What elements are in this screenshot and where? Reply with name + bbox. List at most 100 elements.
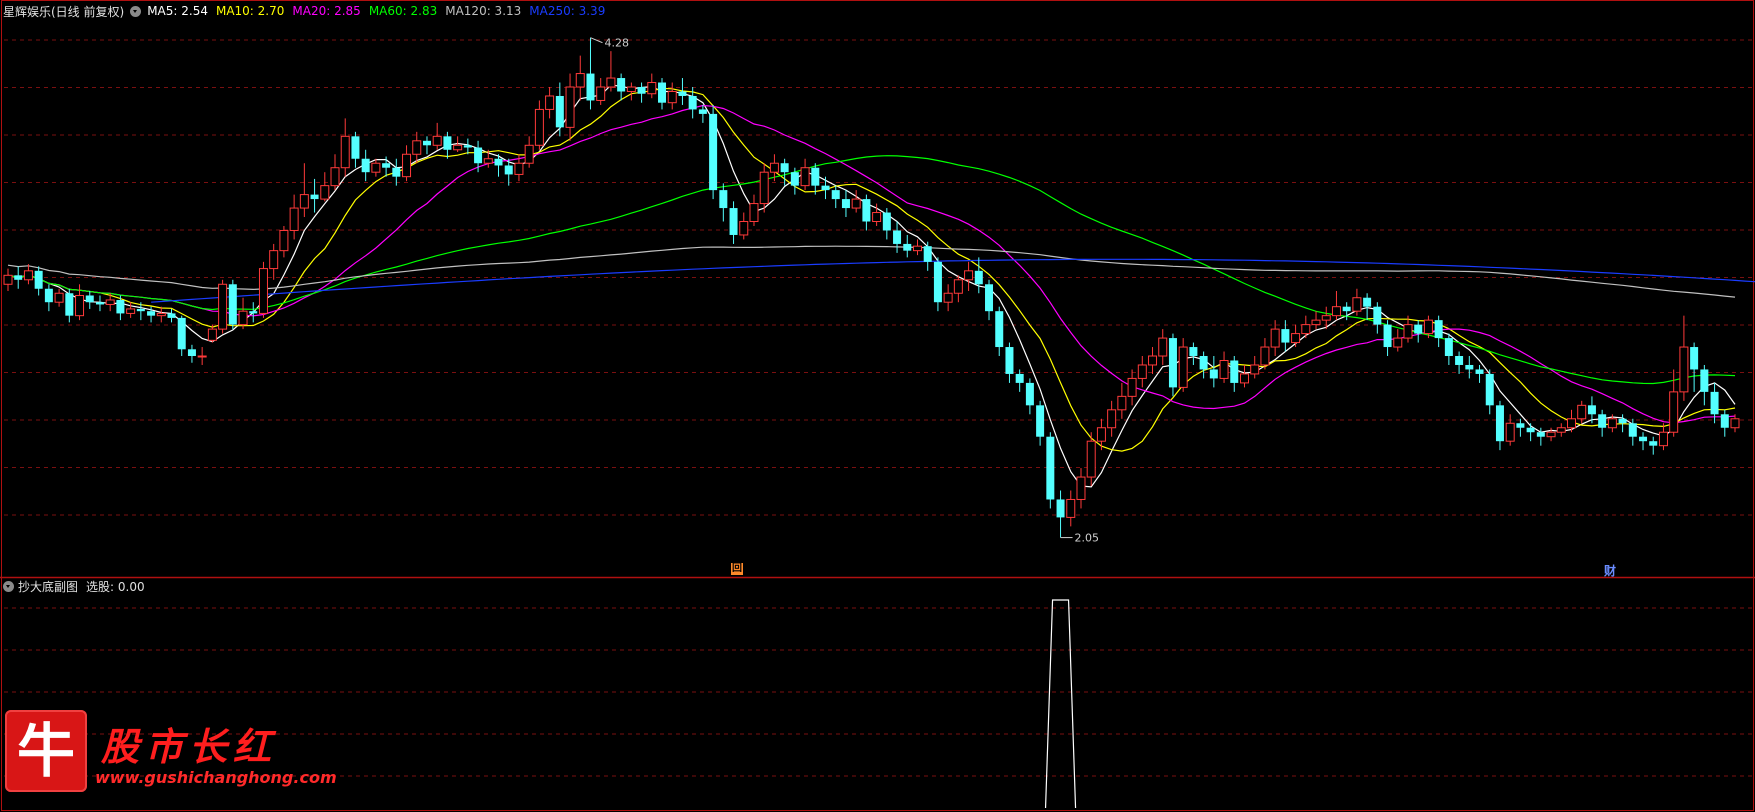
candle-down — [187, 349, 196, 357]
candle-up — [1250, 364, 1260, 375]
candle-down — [474, 147, 483, 164]
candle-down — [780, 163, 789, 173]
main-title[interactable]: 星辉娱乐(日线 前复权) — [3, 3, 124, 20]
candle-up — [371, 162, 381, 173]
candle-up — [769, 162, 779, 173]
candle-up — [1158, 337, 1168, 357]
legend-ma250: MA250: 3.39 — [529, 4, 606, 18]
candle-down — [1444, 338, 1453, 357]
high-pointer — [590, 37, 603, 44]
candle-up — [1219, 359, 1229, 379]
candle-up — [514, 162, 524, 175]
candle-down — [95, 302, 104, 305]
candle-down — [1598, 414, 1607, 428]
candle-up — [596, 86, 606, 101]
collapse-icon[interactable] — [3, 580, 14, 592]
candle-down — [228, 284, 237, 325]
candle-down — [1015, 373, 1024, 383]
candle-down — [1383, 324, 1392, 348]
candle-up — [1076, 476, 1086, 500]
candle-down — [790, 172, 799, 186]
candle-down — [933, 261, 942, 303]
candle-up — [75, 294, 85, 317]
candle-down — [729, 208, 738, 235]
candle-down — [1230, 360, 1239, 383]
candle-up — [667, 90, 677, 104]
candle-up — [330, 167, 340, 187]
candle-up — [1107, 409, 1117, 429]
candle-down — [504, 165, 513, 175]
candle-up — [1658, 431, 1668, 447]
sub-chart-title[interactable]: 抄大底副图 — [18, 578, 78, 595]
candle-down — [974, 270, 983, 285]
legend-ma20: MA20: 2.85 — [292, 4, 361, 18]
candle-down — [1465, 364, 1474, 370]
candle-up — [197, 355, 207, 358]
low-label: 2.05 — [1075, 532, 1100, 545]
candle-up — [483, 158, 493, 164]
candle-down — [44, 288, 53, 303]
candle-down — [555, 95, 564, 128]
candle-up — [800, 167, 810, 187]
candle-down — [1516, 423, 1525, 428]
chart-window: 4.28 2.05 星辉娱乐(日线 前复权) MA5: 2.54 MA10: 2.7… — [0, 0, 1755, 812]
candle-up — [23, 270, 33, 281]
candle-up — [943, 292, 953, 303]
legend-ma10: MA10: 2.70 — [215, 4, 285, 18]
candle-down — [903, 243, 912, 251]
candle-up — [1546, 431, 1556, 438]
candle-down — [1056, 499, 1065, 518]
candle-down — [1720, 414, 1729, 428]
candle-up — [238, 310, 248, 326]
brand-text: 股市长红 — [101, 724, 278, 769]
candle-down — [463, 145, 472, 148]
candle-up — [402, 153, 412, 178]
candle-down — [85, 295, 94, 303]
candle-down — [719, 190, 728, 209]
candle-up — [432, 135, 442, 146]
candle-down — [688, 95, 697, 110]
candle-up — [1331, 306, 1341, 317]
marker-cai[interactable]: 财 — [1604, 562, 1616, 579]
candle-up — [1178, 346, 1188, 388]
candle-up — [1311, 319, 1321, 326]
candle-down — [1189, 347, 1198, 357]
candle-down — [351, 136, 360, 159]
collapse-icon[interactable] — [130, 5, 142, 17]
candle-down — [1281, 329, 1290, 343]
candle-down — [1628, 423, 1637, 437]
candle-down — [1209, 369, 1218, 379]
candle-up — [269, 250, 279, 270]
candle-up — [3, 274, 13, 285]
marker-hui[interactable]: 回 — [731, 563, 743, 575]
candle-up — [872, 212, 882, 223]
indicator-value: 选股: 0.00 — [86, 579, 145, 594]
candle-down — [923, 246, 932, 262]
candle-down — [617, 78, 626, 92]
candle-down — [361, 158, 370, 173]
candle-up — [565, 86, 575, 128]
candle-down — [14, 275, 23, 280]
candle-up — [1260, 346, 1270, 366]
candle-up — [1352, 297, 1362, 312]
candle-up — [1607, 418, 1617, 429]
sub-chart-header: 抄大底副图 选股: 0.00 — [3, 578, 145, 594]
candle-down — [443, 136, 452, 150]
candle-down — [1455, 356, 1464, 365]
candle-down — [136, 308, 145, 312]
candle-down — [1618, 418, 1627, 424]
candle-up — [626, 86, 636, 92]
candle-up — [54, 292, 64, 303]
candle-up — [749, 203, 759, 223]
candle-down — [1434, 320, 1443, 339]
candle-up — [453, 144, 463, 151]
candle-up — [953, 279, 963, 294]
candle-up — [1270, 328, 1280, 348]
candle-down — [1025, 382, 1034, 406]
candle-down — [1363, 297, 1372, 307]
candle-up — [1321, 315, 1331, 321]
candle-down — [893, 230, 902, 244]
candle-up — [964, 270, 974, 281]
candle-up — [320, 185, 330, 200]
candle-down — [637, 87, 646, 94]
